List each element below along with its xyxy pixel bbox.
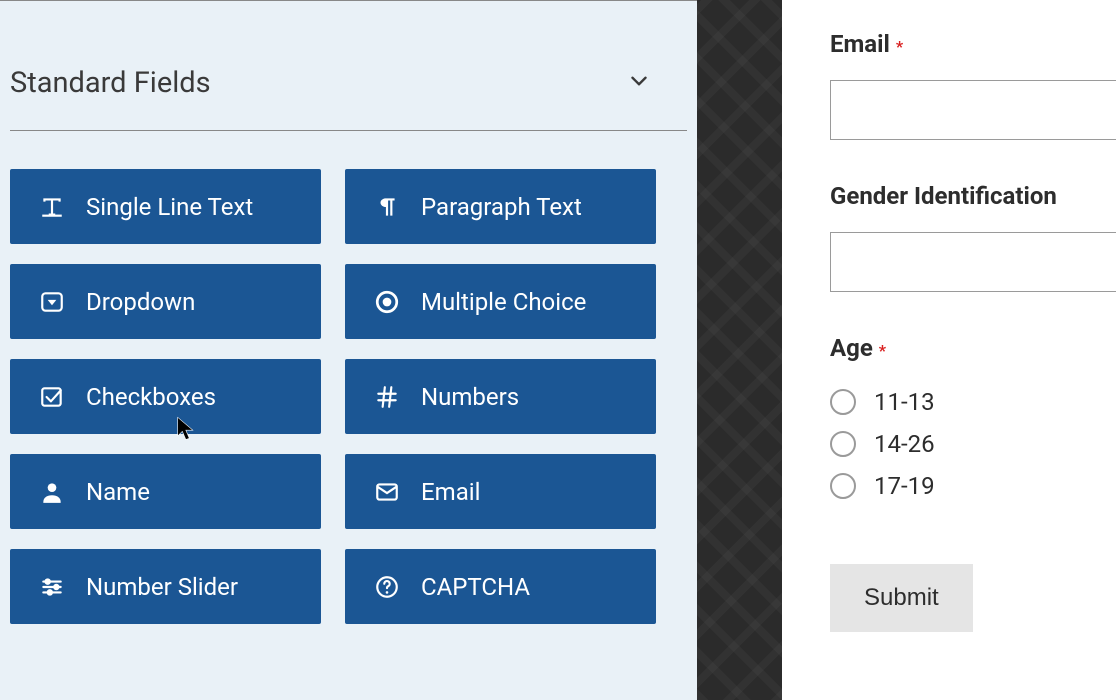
- age-option-1[interactable]: 14-26: [830, 430, 1116, 458]
- field-multiple-choice[interactable]: Multiple Choice: [345, 264, 656, 339]
- field-number-slider[interactable]: Number Slider: [10, 549, 321, 624]
- radio-icon: [830, 389, 856, 415]
- field-single-line-text[interactable]: Single Line Text: [10, 169, 321, 244]
- section-title: Standard Fields: [10, 66, 211, 100]
- app-root: Standard Fields Single Line Text Paragra…: [0, 0, 1116, 700]
- field-label: Number Slider: [86, 573, 238, 601]
- field-name[interactable]: Name: [10, 454, 321, 529]
- panel-top-divider: [0, 0, 697, 1]
- checkbox-icon: [38, 383, 66, 411]
- section-header[interactable]: Standard Fields: [10, 66, 687, 131]
- hash-icon: [373, 383, 401, 411]
- field-label: CAPTCHA: [421, 573, 530, 601]
- field-label: Email: [421, 478, 480, 506]
- age-radio-group: 11-13 14-26 17-19: [830, 388, 1116, 500]
- chevron-down-icon: [626, 68, 652, 98]
- gender-input[interactable]: [830, 232, 1116, 292]
- form-field-gender: Gender Identification: [830, 182, 1116, 292]
- field-label: Dropdown: [86, 288, 195, 316]
- sliders-icon: [38, 573, 66, 601]
- radio-label: 14-26: [874, 430, 935, 458]
- field-label: Single Line Text: [86, 193, 253, 221]
- field-email[interactable]: Email: [345, 454, 656, 529]
- envelope-icon: [373, 478, 401, 506]
- field-numbers[interactable]: Numbers: [345, 359, 656, 434]
- age-option-0[interactable]: 11-13: [830, 388, 1116, 416]
- form-preview: Email * Gender Identification Age * 11-1…: [782, 0, 1116, 700]
- field-label: Paragraph Text: [421, 193, 582, 221]
- field-label: Name: [86, 478, 150, 506]
- age-label: Age: [830, 334, 873, 362]
- field-label: Multiple Choice: [421, 288, 586, 316]
- fields-panel: Standard Fields Single Line Text Paragra…: [0, 0, 697, 700]
- field-label: Numbers: [421, 383, 519, 411]
- text-icon: [38, 193, 66, 221]
- email-label: Email: [830, 30, 890, 58]
- field-captcha[interactable]: CAPTCHA: [345, 549, 656, 624]
- gutter-background: [697, 0, 782, 700]
- field-checkboxes[interactable]: Checkboxes: [10, 359, 321, 434]
- required-asterisk: *: [896, 37, 903, 56]
- email-input[interactable]: [830, 80, 1116, 140]
- submit-button[interactable]: Submit: [830, 564, 973, 632]
- field-label: Checkboxes: [86, 383, 216, 411]
- age-option-2[interactable]: 17-19: [830, 472, 1116, 500]
- radio-label: 11-13: [874, 388, 935, 416]
- question-circle-icon: [373, 573, 401, 601]
- radio-icon: [373, 288, 401, 316]
- radio-icon: [830, 473, 856, 499]
- form-field-age: Age * 11-13 14-26 17-19: [830, 334, 1116, 500]
- required-asterisk: *: [879, 341, 886, 360]
- gender-label: Gender Identification: [830, 182, 1057, 210]
- radio-icon: [830, 431, 856, 457]
- radio-label: 17-19: [874, 472, 935, 500]
- person-icon: [38, 478, 66, 506]
- pilcrow-icon: [373, 193, 401, 221]
- field-paragraph-text[interactable]: Paragraph Text: [345, 169, 656, 244]
- field-dropdown[interactable]: Dropdown: [10, 264, 321, 339]
- fields-grid: Single Line Text Paragraph Text Dropdown…: [10, 169, 687, 624]
- dropdown-icon: [38, 288, 66, 316]
- form-field-email: Email *: [830, 30, 1116, 140]
